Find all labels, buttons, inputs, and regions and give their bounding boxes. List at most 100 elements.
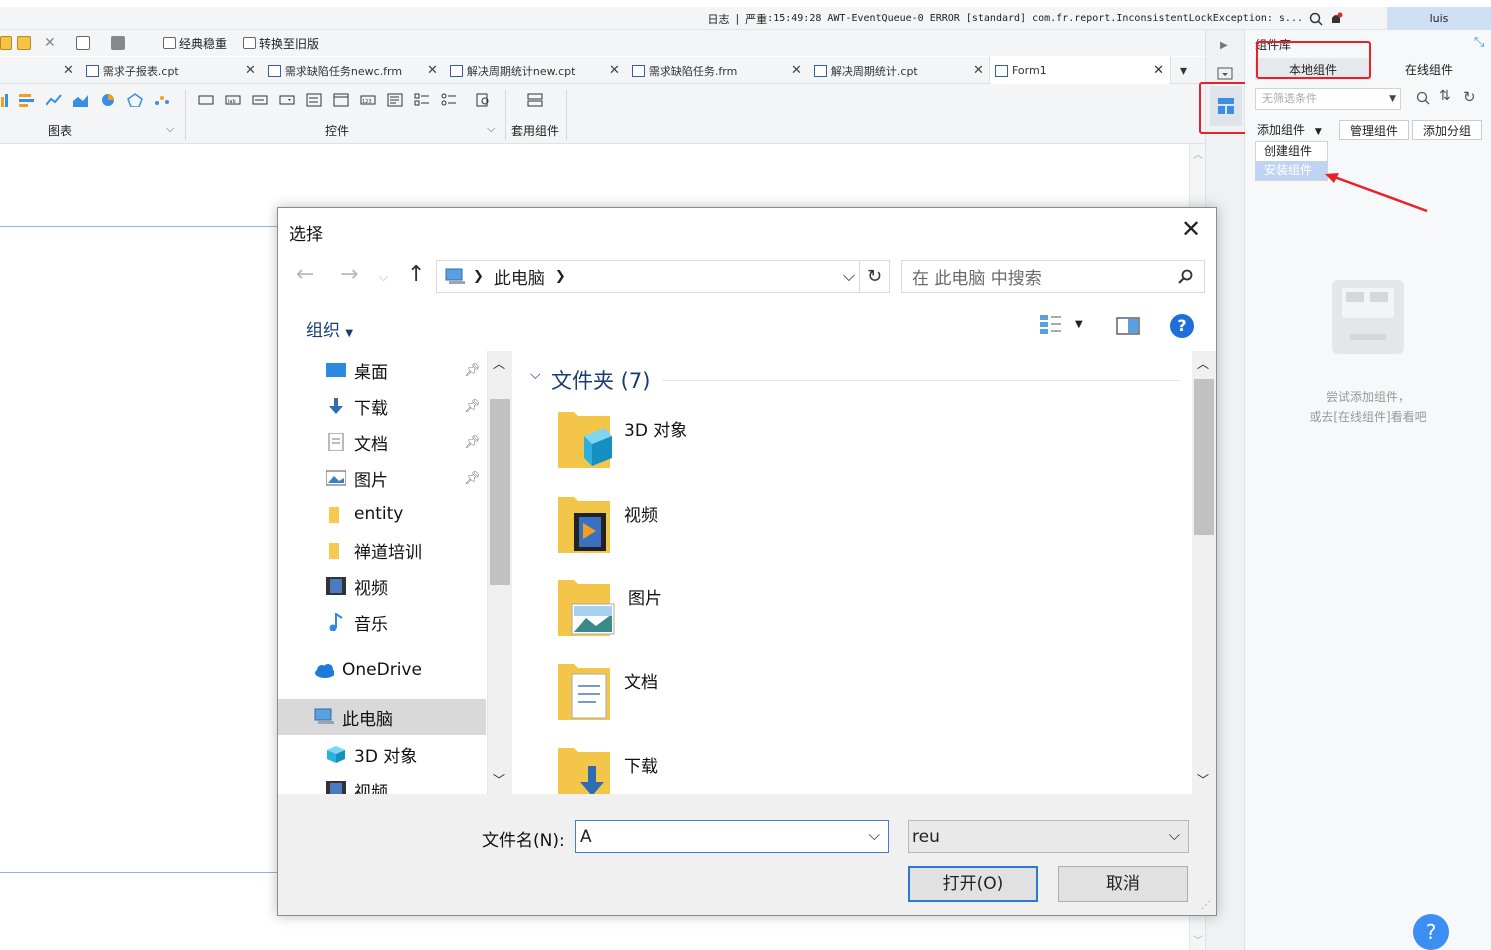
nav-item-documents[interactable]: 文档 [326,427,388,457]
search-icon[interactable] [1416,91,1430,105]
pin-icon[interactable]: 📌︎ [464,435,481,450]
close-icon[interactable]: ✕ [1153,63,1164,78]
search-icon[interactable] [1309,12,1323,26]
menu-item-install[interactable]: 安装组件 [1256,161,1327,180]
filter-select[interactable]: 无筛选条件 ▼ [1255,88,1401,110]
add-group-button[interactable]: 添加分组 [1412,120,1482,140]
nav-item-this-pc[interactable]: 此电脑 [278,699,486,735]
tab-file-5[interactable]: ✕ 解决周期统计.cpt [791,57,918,84]
folder-item-videos[interactable]: 视频 [556,493,658,557]
dropdown-widget-icon[interactable] [279,93,295,107]
textbox-widget-icon[interactable] [252,93,268,107]
folder-item-documents[interactable]: 文档 [556,660,658,724]
paste-icon[interactable] [0,35,12,51]
log-label[interactable]: 日志 [707,11,729,27]
line-chart-icon[interactable] [46,93,62,107]
package-component-icon[interactable] [527,93,543,107]
list-widget-icon[interactable] [306,93,322,107]
horizontal-bar-icon[interactable] [19,93,35,107]
scroll-thumb[interactable] [1194,379,1214,535]
resize-grip-icon[interactable]: ⋰ [1201,900,1211,911]
chevron-down-icon[interactable]: ﹀ [493,771,505,788]
scatter-chart-icon[interactable] [154,93,170,107]
view-options-icon[interactable] [1039,314,1063,336]
address-bar[interactable]: ❯ 此电脑 ❯ ⌵ [436,260,860,293]
convert-old-button[interactable]: 转换至旧版 [243,35,319,51]
copy-icon[interactable] [17,35,31,51]
history-chevron-icon[interactable]: ⌵ [379,270,388,285]
tab-file-4[interactable]: ✕ 需求缺陷任务.frm [609,57,737,84]
refresh-button[interactable]: ↻ [860,260,890,293]
user-name[interactable]: luis [1387,7,1491,30]
refresh-icon[interactable]: ↻ [1463,88,1476,106]
chevron-down-icon[interactable]: ⌵ [487,122,495,136]
tab-overflow-icon[interactable]: ▾ [1180,57,1187,84]
folder-item-pictures[interactable]: 图片 [556,576,662,640]
delete-icon[interactable]: ✕ [44,35,56,51]
filetype-select[interactable]: reu ⌵ [908,820,1189,853]
chevron-down-icon[interactable]: ⌵ [869,826,880,844]
help-icon[interactable]: ? [1170,314,1194,338]
number-widget-icon[interactable]: 123 [360,93,376,107]
pin-icon[interactable]: 📌︎ [464,471,481,486]
menu-item-create[interactable]: 创建组件 [1256,142,1327,161]
collapse-arrow-icon[interactable]: ⤡ [1474,35,1484,50]
sort-icon[interactable]: ⇅ [1439,88,1451,104]
nav-item-desktop[interactable]: 桌面 [326,355,388,385]
scroll-thumb[interactable] [490,399,510,585]
chevron-up-icon[interactable]: ︿ [1193,146,1203,161]
date-widget-icon[interactable] [333,93,349,107]
close-button[interactable]: ✕ [1176,214,1206,244]
checkbox-group-icon[interactable] [414,93,430,107]
nav-scrollbar[interactable]: ︿ ﹀ [488,351,512,794]
close-icon[interactable]: ✕ [791,63,802,78]
chevron-down-icon[interactable]: ⌵ [166,122,174,136]
bar-chart-icon[interactable] [0,93,16,107]
help-button[interactable]: ? [1413,914,1449,950]
log-area[interactable]: 日志 | 严重 :15:49:28 AWT-EventQueue-0 ERROR… [707,10,1343,27]
close-icon[interactable]: ✕ [63,63,74,78]
tab-file-6[interactable]: Form1 ✕ [989,57,1171,84]
manage-component-button[interactable]: 管理组件 [1339,120,1409,140]
folder-item-downloads[interactable]: 下载 [556,744,658,794]
window-icon[interactable] [1217,67,1233,81]
search-query-widget-icon[interactable] [476,93,492,107]
chevron-down-icon[interactable]: ⌵ [843,266,855,286]
caret-down-icon[interactable]: ▼ [1075,319,1083,330]
pin-icon[interactable]: 📌︎ [464,399,481,414]
nav-item-zentao[interactable]: 禅道培训 [326,535,422,565]
button-widget-icon[interactable] [198,93,214,107]
cancel-button[interactable]: 取消 [1058,866,1188,902]
search-box[interactable]: 在 此电脑 中搜索 [901,260,1205,293]
add-component-dropdown[interactable]: 添加组件 ▼ [1255,120,1328,140]
label-widget-icon[interactable]: lab [225,93,241,107]
radio-group-icon[interactable] [441,93,457,107]
nav-item-downloads[interactable]: 下载 [326,391,388,421]
empty-hint-line2[interactable]: 或去[在线组件]看看吧 [1245,408,1491,425]
nav-item-onedrive[interactable]: OneDrive [314,655,422,685]
textarea-widget-icon[interactable] [387,93,403,107]
chevron-up-icon[interactable]: ︿ [493,355,505,372]
close-icon[interactable]: ✕ [973,63,984,78]
chevron-down-icon[interactable]: ﹀ [1197,771,1209,788]
log-message[interactable]: :15:49:28 AWT-EventQueue-0 ERROR [standa… [767,13,1303,24]
nav-item-music[interactable]: 音乐 [326,607,388,637]
open-button[interactable]: 打开(O) [908,866,1038,902]
classic-theme-button[interactable]: 经典稳重 [163,35,227,51]
nav-item-entity[interactable]: entity [326,499,403,529]
preview-icon[interactable] [76,35,90,51]
nav-item-videos[interactable]: 视频 [326,571,388,601]
collapse-chevron-icon[interactable]: ⌵ [530,367,541,383]
bell-icon[interactable] [1329,12,1343,26]
pin-icon[interactable]: 📌︎ [464,363,481,378]
preview-pane-icon[interactable] [1116,317,1140,335]
tab-file-2[interactable]: ✕ 需求缺陷任务newc.frm [245,57,402,84]
expand-arrow-icon[interactable]: ▶ [1220,40,1228,51]
up-arrow-icon[interactable]: ↑ [407,262,425,287]
chevron-up-icon[interactable]: ︿ [1197,355,1209,372]
close-icon[interactable]: ✕ [245,63,256,78]
content-scrollbar[interactable]: ︿ ﹀ [1192,351,1216,794]
nav-item-videos-pc[interactable]: 视频 [326,775,388,794]
back-arrow-icon[interactable]: ← [296,262,314,287]
nav-item-3d-objects[interactable]: 3D 对象 [326,739,417,769]
